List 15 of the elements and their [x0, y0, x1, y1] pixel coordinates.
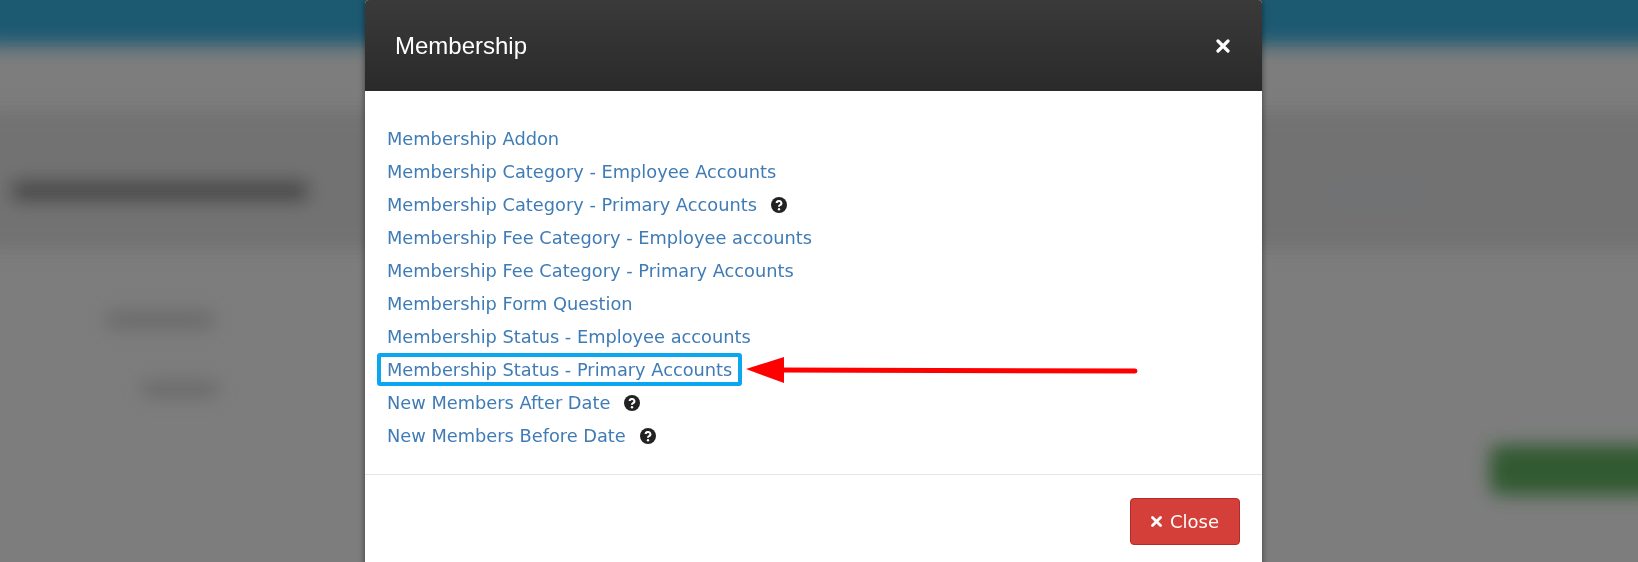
report-link[interactable]: Membership Status - Employee accounts — [387, 326, 751, 347]
report-link[interactable]: New Members After Date — [387, 392, 611, 413]
report-link[interactable]: Membership Status - Primary Accounts — [377, 353, 743, 386]
close-button[interactable]: Close — [1129, 498, 1240, 545]
report-link[interactable]: Membership Category - Employee Accounts — [387, 161, 777, 182]
close-button[interactable] — [1214, 36, 1232, 55]
report-link[interactable]: Membership Category - Primary Accounts — [387, 194, 757, 215]
close-icon — [1150, 516, 1162, 527]
dialog-title: Membership — [395, 31, 528, 60]
report-link[interactable]: Membership Fee Category - Primary Accounts — [387, 260, 794, 281]
report-link[interactable]: Membership Fee Category - Employee accounts — [387, 227, 813, 248]
close-icon — [1216, 38, 1230, 53]
report-link[interactable]: Membership Addon — [387, 128, 560, 149]
report-link[interactable]: Membership Form Question — [387, 293, 633, 314]
report-link[interactable]: New Members Before Date — [387, 425, 626, 446]
